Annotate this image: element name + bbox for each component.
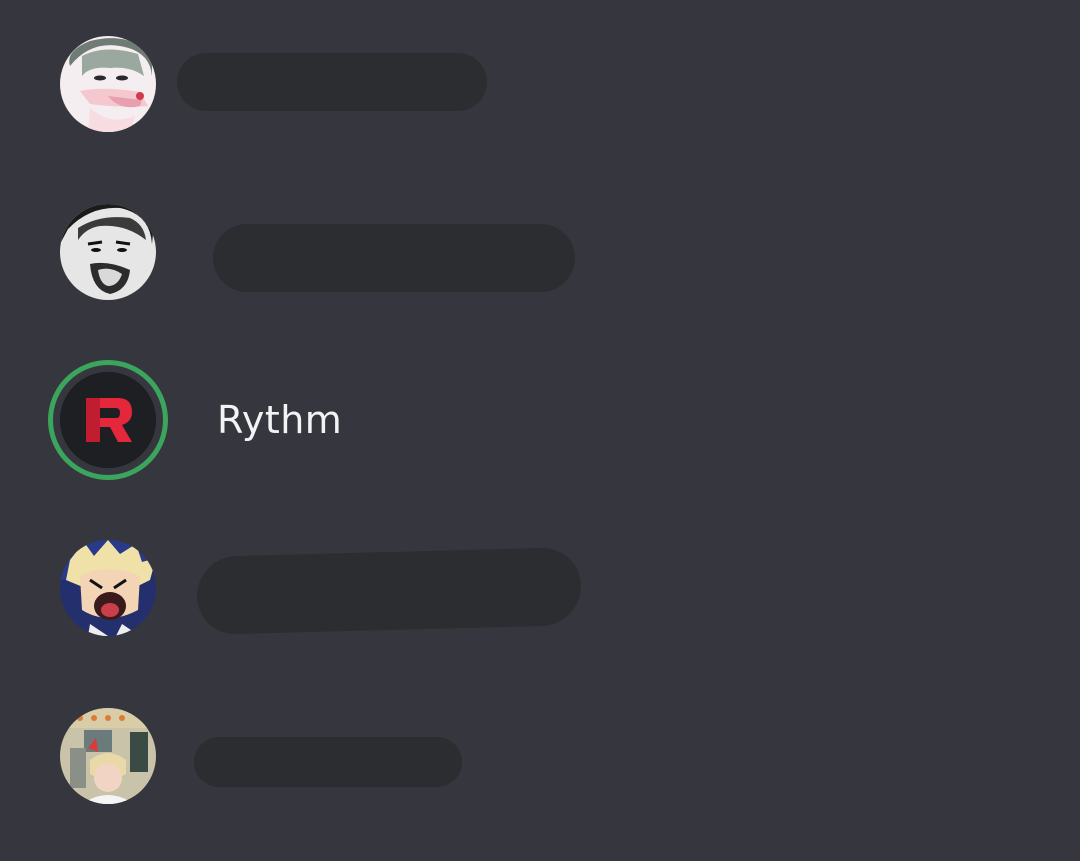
redacted-username [194,737,462,787]
redacted-username [213,224,575,292]
user-avatar-icon[interactable] [60,540,156,636]
user-avatar-icon[interactable] [60,708,156,804]
redacted-username [177,53,487,111]
member-list: Rythm [0,0,1080,861]
rythm-logo-icon[interactable] [60,372,156,468]
redacted-username [197,546,581,636]
user-avatar-icon[interactable] [60,36,156,132]
user-avatar-icon[interactable] [60,204,156,300]
member-name: Rythm [217,398,343,442]
